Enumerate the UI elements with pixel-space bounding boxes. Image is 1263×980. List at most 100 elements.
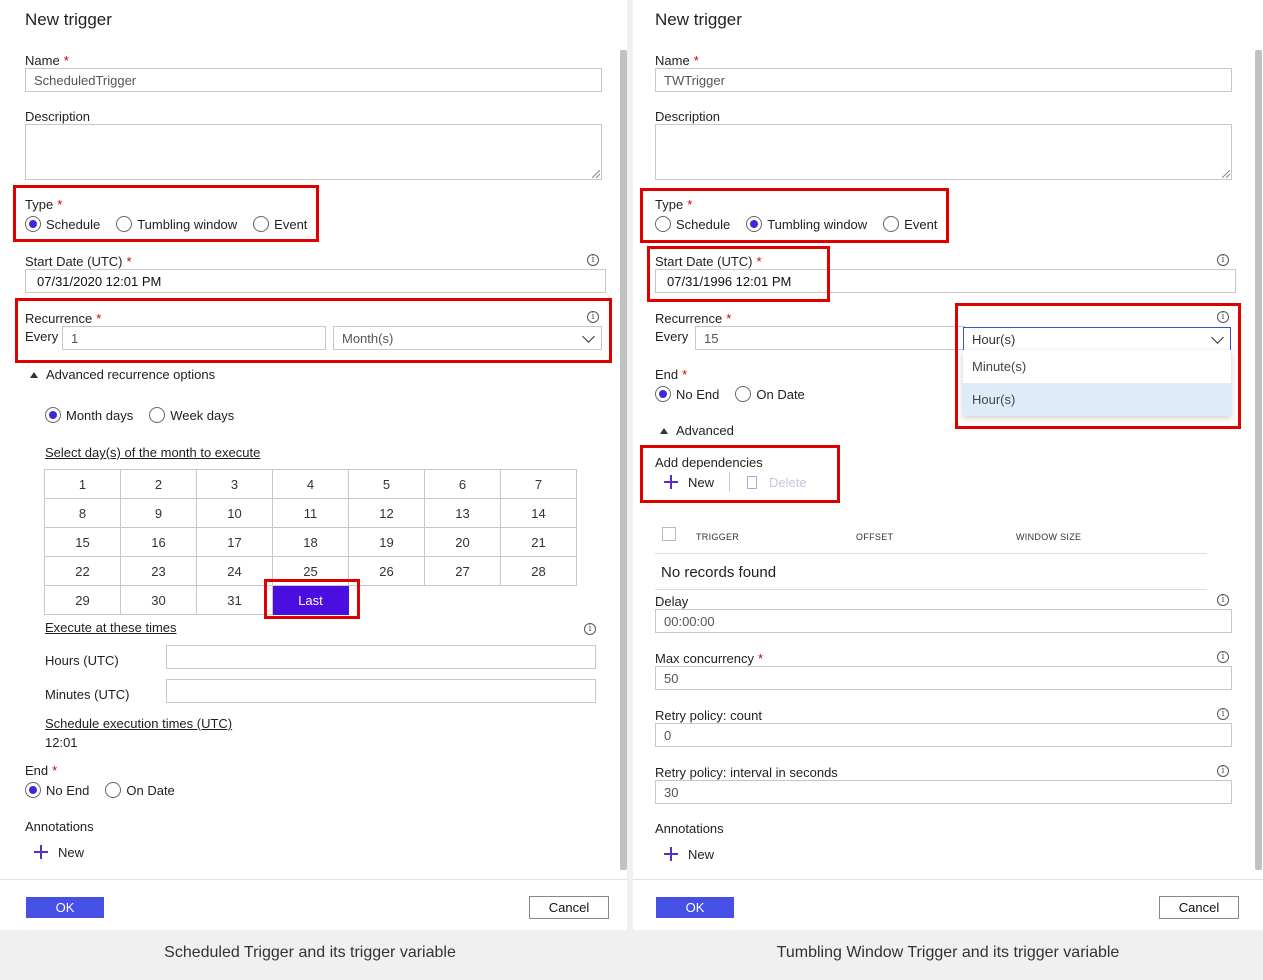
- cancel-button[interactable]: Cancel: [529, 896, 609, 919]
- scrollbar[interactable]: [1255, 50, 1262, 870]
- advanced-recurrence-toggle[interactable]: Advanced recurrence options: [30, 367, 215, 382]
- type-event-radio[interactable]: Event: [253, 216, 307, 232]
- day-cell-5[interactable]: 5: [348, 469, 425, 499]
- max-concurrency-input[interactable]: 50: [655, 666, 1232, 690]
- radio-checked-icon: [45, 407, 61, 423]
- type-schedule-radio[interactable]: Schedule: [655, 216, 730, 232]
- new-dependency-button[interactable]: New: [664, 475, 714, 490]
- day-cell-22[interactable]: 22: [44, 556, 121, 586]
- day-cell-23[interactable]: 23: [120, 556, 197, 586]
- info-icon[interactable]: i: [1217, 311, 1229, 323]
- month-days-radio[interactable]: Month days: [45, 407, 133, 423]
- type-label: Type *: [25, 197, 63, 212]
- info-icon[interactable]: i: [587, 254, 599, 266]
- retry-interval-input[interactable]: 30: [655, 780, 1232, 804]
- type-tumbling-window-radio[interactable]: Tumbling window: [746, 216, 867, 232]
- end-on-date-radio[interactable]: On Date: [105, 782, 175, 798]
- every-input[interactable]: 15: [695, 326, 965, 350]
- type-event-radio[interactable]: Event: [883, 216, 937, 232]
- info-icon[interactable]: i: [1217, 254, 1229, 266]
- day-cell-10[interactable]: 10: [196, 498, 273, 528]
- day-cell-30[interactable]: 30: [120, 585, 197, 615]
- recurrence-unit-select[interactable]: Month(s): [333, 326, 602, 350]
- every-label: Every: [655, 329, 689, 344]
- type-tumbling-window-radio[interactable]: Tumbling window: [116, 216, 237, 232]
- dropdown-option-minutes[interactable]: Minute(s): [963, 350, 1231, 383]
- day-cell-26[interactable]: 26: [348, 556, 425, 586]
- day-cell-9[interactable]: 9: [120, 498, 197, 528]
- scrollbar[interactable]: [620, 50, 627, 870]
- day-cell-2[interactable]: 2: [120, 469, 197, 499]
- day-cell-21[interactable]: 21: [500, 527, 577, 557]
- day-cell-6[interactable]: 6: [424, 469, 501, 499]
- week-days-radio[interactable]: Week days: [149, 407, 234, 423]
- retry-count-input[interactable]: 0: [655, 723, 1232, 747]
- start-date-input[interactable]: 07/31/1996 12:01 PM: [655, 269, 1236, 293]
- day-cell-1[interactable]: 1: [44, 469, 121, 499]
- start-date-input[interactable]: 07/31/2020 12:01 PM: [25, 269, 606, 293]
- radio-unchecked-icon: [149, 407, 166, 423]
- select-all-checkbox[interactable]: [662, 527, 676, 541]
- delete-dependency-button[interactable]: Delete: [747, 475, 807, 490]
- resize-handle-icon[interactable]: [1222, 170, 1230, 178]
- name-input[interactable]: ScheduledTrigger: [25, 68, 602, 92]
- day-cell-31[interactable]: 31: [196, 585, 273, 615]
- day-cell-18[interactable]: 18: [272, 527, 349, 557]
- day-cell-28[interactable]: 28: [500, 556, 577, 586]
- end-on-date-radio[interactable]: On Date: [735, 386, 805, 402]
- day-cell-17[interactable]: 17: [196, 527, 273, 557]
- ok-button[interactable]: OK: [656, 897, 734, 918]
- new-annotation-button[interactable]: New: [664, 847, 714, 862]
- day-cell-15[interactable]: 15: [44, 527, 121, 557]
- day-cell-20[interactable]: 20: [424, 527, 501, 557]
- day-cell-13[interactable]: 13: [424, 498, 501, 528]
- new-annotation-button[interactable]: New: [34, 845, 84, 860]
- day-cell-16[interactable]: 16: [120, 527, 197, 557]
- day-cell-7[interactable]: 7: [500, 469, 577, 499]
- day-cell-25[interactable]: 25: [272, 556, 349, 586]
- day-cell-8[interactable]: 8: [44, 498, 121, 528]
- description-input[interactable]: [25, 124, 602, 180]
- end-radio-group: No End On Date: [25, 782, 191, 798]
- execute-times-label: Execute at these times: [45, 620, 177, 635]
- name-input[interactable]: TWTrigger: [655, 68, 1232, 92]
- info-icon[interactable]: i: [587, 311, 599, 323]
- day-cell-4[interactable]: 4: [272, 469, 349, 499]
- day-cell-29[interactable]: 29: [44, 585, 121, 615]
- day-cell-empty: [425, 586, 501, 615]
- select-days-label: Select day(s) of the month to execute: [45, 445, 261, 460]
- end-no-end-radio[interactable]: No End: [655, 386, 719, 402]
- toolbar-separator: [729, 472, 730, 492]
- end-no-end-radio[interactable]: No End: [25, 782, 89, 798]
- recurrence-unit-select[interactable]: Hour(s): [963, 327, 1231, 351]
- day-cell-24[interactable]: 24: [196, 556, 273, 586]
- retry-count-label: Retry policy: count: [655, 708, 762, 723]
- minutes-input[interactable]: [166, 679, 596, 703]
- ok-button[interactable]: OK: [26, 897, 104, 918]
- every-input[interactable]: 1: [62, 326, 326, 350]
- resize-handle-icon[interactable]: [592, 170, 600, 178]
- delay-input[interactable]: 00:00:00: [655, 609, 1232, 633]
- type-schedule-radio[interactable]: Schedule: [25, 216, 100, 232]
- info-icon[interactable]: i: [1217, 765, 1229, 777]
- day-cell-19[interactable]: 19: [348, 527, 425, 557]
- day-cell-11[interactable]: 11: [272, 498, 349, 528]
- footer-divider: [633, 879, 1263, 880]
- cancel-button[interactable]: Cancel: [1159, 896, 1239, 919]
- column-header-window-size: WINDOW SIZE: [1016, 532, 1082, 542]
- radio-unchecked-icon: [883, 216, 900, 232]
- description-input[interactable]: [655, 124, 1232, 180]
- day-cell-last[interactable]: Last: [272, 585, 349, 615]
- info-icon[interactable]: i: [1217, 594, 1229, 606]
- dropdown-option-hours[interactable]: Hour(s): [963, 383, 1231, 416]
- day-cell-12[interactable]: 12: [348, 498, 425, 528]
- info-icon[interactable]: i: [1217, 651, 1229, 663]
- end-radio-group: No End On Date: [655, 386, 821, 402]
- day-cell-3[interactable]: 3: [196, 469, 273, 499]
- hours-input[interactable]: [166, 645, 596, 669]
- info-icon[interactable]: i: [584, 623, 596, 635]
- day-cell-14[interactable]: 14: [500, 498, 577, 528]
- info-icon[interactable]: i: [1217, 708, 1229, 720]
- day-cell-27[interactable]: 27: [424, 556, 501, 586]
- advanced-toggle[interactable]: Advanced: [660, 423, 734, 438]
